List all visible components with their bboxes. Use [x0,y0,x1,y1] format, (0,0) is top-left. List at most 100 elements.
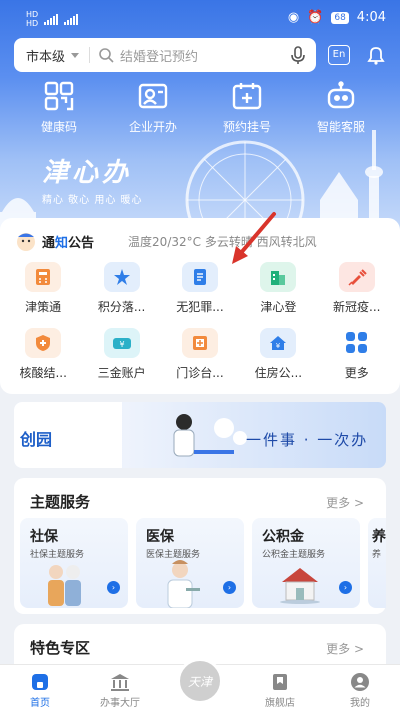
city-selector[interactable]: 市本级 [14,46,80,65]
card-title: 养 [372,529,386,545]
promo-banner[interactable]: 创园 一件事 · 一次办 [14,402,386,468]
theme-card-housing-fund[interactable]: 公积金 公积金主题服务 › [252,518,360,608]
battery-icon: 68 [331,11,349,24]
tab-service-hall[interactable]: 办事大厅 [85,665,155,711]
document-icon [181,262,218,292]
service-label: 新冠疫... [333,300,381,314]
bell-icon[interactable] [364,43,388,67]
shield-plus-icon [25,328,62,358]
card-desc: 社保主题服务 [30,550,85,560]
quick-action-appointment[interactable]: 预约挂号 [202,80,292,136]
service-clinic[interactable]: 门诊台... [163,328,237,392]
signal-icon-2 [64,13,79,25]
card-title: 社保 [30,529,58,545]
clock-time: 4:04 [356,10,386,25]
section-title: 特色专区 [30,639,91,657]
theme-card-medical-insurance[interactable]: 医保 医保主题服务 › [136,518,244,608]
alarm-icon: ⏰ [307,10,324,25]
service-label: 无犯罪... [176,300,224,314]
more-link[interactable]: 更多 > [326,494,364,511]
service-jincetong[interactable]: 津策通 [6,262,80,326]
theme-card-partial[interactable]: 养 养 [368,518,386,608]
tab-home[interactable]: 首页 [5,665,75,711]
tab-center-logo[interactable]: 天津 [165,658,235,711]
notice-title: 通知公告 [42,235,95,251]
qrcode-icon [44,81,74,111]
notice-bar[interactable]: 通知公告 温度20/32°C 多云转晴 西风转北风 [14,230,386,252]
service-label: 核酸结... [19,366,67,380]
banner-left-text: 创园 [20,430,53,449]
service-no-crime[interactable]: 无犯罪... [163,262,237,326]
card-desc: 公积金主题服务 [262,550,326,560]
arrow-right-icon: › [107,581,120,594]
brand-slogan: 精心 敬心 用心 暖心 [42,195,143,206]
arrow-right-icon: › [223,581,236,594]
svg-text:¥: ¥ [119,340,124,349]
status-bar: HD HD ◉ ⏰ 68 4:04 [0,0,400,34]
banner-slogan: 一件事 · 一次办 [246,431,369,449]
signal-icon [44,13,59,25]
service-row: 津策通 积分落... 无犯罪... 津心登 新冠疫... [4,262,396,326]
calculator-icon [25,262,62,292]
microphone-icon[interactable] [286,43,310,67]
quick-action-label: 健康码 [40,120,77,134]
section-title: 主题服务 [30,493,91,511]
search-input[interactable]: 结婚登记预约 [120,46,286,65]
service-three-funds[interactable]: ¥ 三金账户 [85,328,159,392]
service-housing-fund[interactable]: ¥ 住房公... [241,328,315,392]
star-badge-icon [103,262,140,292]
brand-title: 津心办 [42,158,133,188]
tab-label: 首页 [30,698,50,709]
card-desc: 养 [372,550,382,560]
medical-calendar-icon [232,83,262,110]
service-row: 核酸结... ¥ 三金账户 门诊台... ¥ 住房公... 更多 [4,328,396,392]
english-toggle-button[interactable]: En [328,45,350,65]
banner-left-panel: 创园 [14,402,122,468]
quick-action-label: 预约挂号 [222,120,271,134]
more-link[interactable]: 更多 > [326,640,364,657]
card-title: 公积金 [262,529,304,545]
service-covid-vaccine[interactable]: 新冠疫... [320,262,394,326]
syringe-icon [338,262,375,292]
tab-label: 办事大厅 [100,698,140,709]
house-yen-icon: ¥ [260,328,297,358]
arrow-right-icon: › [339,581,352,594]
money-icon: ¥ [103,328,140,358]
service-label: 门诊台... [176,366,224,380]
quick-action-business[interactable]: 企业开办 [108,80,198,136]
service-nucleic-result[interactable]: 核酸结... [6,328,80,392]
service-more[interactable]: 更多 [320,328,394,392]
brand-logo: 津心办 精心 敬心 用心 暖心 [42,152,143,206]
tab-label: 我的 [350,698,370,709]
service-grid: 津策通 积分落... 无犯罪... 津心登 新冠疫... 核酸结... ¥ 三金… [4,262,396,394]
building-icon [260,262,297,292]
search-bar[interactable]: 市本级 结婚登记预约 [14,38,316,72]
service-label: 三金账户 [97,366,146,380]
bottom-tab-bar: 首页 办事大厅 天津 旗舰店 我的 [0,658,400,711]
services-card: 通知公告 温度20/32°C 多云转晴 西风转北风 津策通 积分落... 无犯罪… [0,218,400,394]
city-logo-icon: 天津 [177,658,223,704]
service-label: 积分落... [97,300,146,314]
service-label: 更多 [344,366,369,380]
theme-services-section: 主题服务 更多 > 社保 社保主题服务 › 医保 医保主题服务 › 公积金 公积… [14,478,386,614]
robot-icon [327,81,355,109]
flag-store-icon [273,674,287,690]
doctor-illustration [167,560,200,608]
quick-action-label: 企业开办 [128,120,177,134]
service-label: 津策通 [25,300,62,314]
hall-icon [111,674,129,691]
theme-card-social-security[interactable]: 社保 社保主题服务 › [20,518,128,608]
tab-flagship-store[interactable]: 旗舰店 [245,665,315,711]
tab-label: 旗舰店 [265,698,295,709]
service-points-settle[interactable]: 积分落... [85,262,159,326]
quick-actions: 健康码 企业开办 预约挂号 智能客服 [0,80,400,136]
eye-icon: ◉ [287,10,300,25]
quick-action-health-code[interactable]: 健康码 [14,80,104,136]
service-jinxindeng[interactable]: 津心登 [241,262,315,326]
city-label: 市本级 [26,49,66,65]
tab-profile[interactable]: 我的 [325,665,395,711]
elderly-couple-illustration [48,565,81,606]
id-card-icon [138,83,168,109]
service-label: 津心登 [260,300,297,314]
quick-action-smart-service[interactable]: 智能客服 [296,80,386,136]
